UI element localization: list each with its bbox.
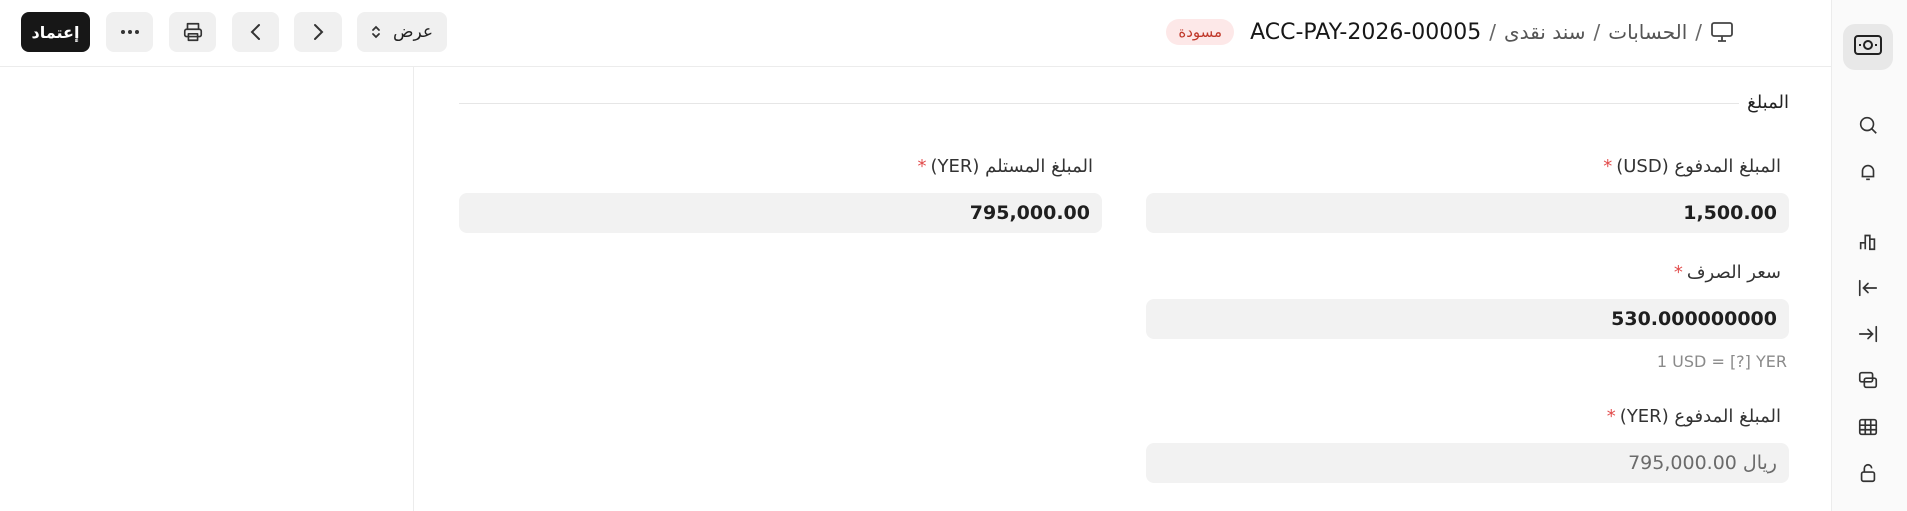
more-actions-button[interactable] <box>106 12 153 52</box>
view-selector[interactable]: عرض <box>357 12 447 52</box>
updown-chevron-icon <box>371 24 381 40</box>
breadcrumb-separator: / <box>1593 20 1601 44</box>
paid-amount-usd-input[interactable]: 1,500.00 <box>1146 193 1789 233</box>
ellipsis-icon <box>120 29 140 35</box>
app-logo[interactable] <box>1843 24 1893 70</box>
top-bar: إعتماد عرض / الحسابات / سند نقدى / ACC-P… <box>0 0 1832 67</box>
breadcrumb-separator: / <box>1695 20 1702 44</box>
coins-icon[interactable] <box>1857 369 1879 391</box>
received-amount-yer-input[interactable]: 795,000.00 <box>459 193 1102 233</box>
desktop-icon[interactable] <box>1710 21 1734 43</box>
print-button[interactable] <box>169 12 216 52</box>
paid-amount-yer-value: ريال 795,000.00 <box>1628 452 1777 474</box>
exchange-rate-input[interactable]: 530.000000000 <box>1146 299 1789 339</box>
bell-icon[interactable] <box>1857 161 1879 183</box>
received-amount-yer-label: المبلغ المستلم (YER)* <box>917 156 1093 177</box>
breadcrumb: / الحسابات / سند نقدى / ACC-PAY-2026-000… <box>1166 16 1734 48</box>
section-title-amount: المبلغ <box>1747 92 1789 113</box>
paid-amount-usd-label: المبلغ المدفوع (USD)* <box>1603 156 1781 177</box>
right-sidebar <box>1831 0 1907 511</box>
required-marker: * <box>1673 262 1683 283</box>
search-icon[interactable] <box>1857 114 1879 136</box>
page-title: ACC-PAY-2026-00005 <box>1250 19 1482 45</box>
received-amount-yer-label-text: المبلغ المستلم (YER) <box>930 156 1093 177</box>
previous-record-button[interactable] <box>232 12 279 52</box>
required-marker: * <box>1606 406 1616 427</box>
exchange-rate-value: 530.000000000 <box>1611 308 1777 330</box>
status-badge: مسودة <box>1166 19 1235 45</box>
exchange-rate-label-text: سعر الصرف <box>1686 262 1781 283</box>
chevron-right-icon <box>311 22 325 42</box>
view-selector-label: عرض <box>392 22 434 42</box>
section-divider <box>459 103 1739 104</box>
required-marker: * <box>1603 156 1613 177</box>
cash-eye-icon <box>1853 32 1883 62</box>
paid-amount-yer-label: المبلغ المدفوع (YER)* <box>1607 406 1781 427</box>
breadcrumb-item-cash-voucher[interactable]: سند نقدى <box>1504 20 1585 44</box>
exchange-rate-help: 1 USD = [?] YER <box>1656 352 1787 371</box>
chevron-left-icon <box>249 22 263 42</box>
paid-amount-yer-field: ريال 795,000.00 <box>1146 443 1789 483</box>
submit-button[interactable]: إعتماد <box>21 12 90 52</box>
bar-chart-icon[interactable] <box>1857 230 1879 252</box>
next-record-button[interactable] <box>294 12 342 52</box>
breadcrumb-separator: / <box>1489 20 1497 44</box>
printer-icon <box>182 21 204 43</box>
exchange-rate-label: سعر الصرف* <box>1674 262 1781 283</box>
received-amount-yer-value: 795,000.00 <box>969 202 1090 224</box>
expand-right-icon[interactable] <box>1857 323 1879 345</box>
collapse-left-icon[interactable] <box>1857 277 1879 299</box>
paid-amount-yer-label-text: المبلغ المدفوع (YER) <box>1619 406 1781 427</box>
breadcrumb-item-accounts[interactable]: الحسابات <box>1608 20 1687 44</box>
table-icon[interactable] <box>1857 416 1879 438</box>
paid-amount-usd-label-text: المبلغ المدفوع (USD) <box>1616 156 1781 177</box>
paid-amount-usd-value: 1,500.00 <box>1683 202 1777 224</box>
submit-button-label: إعتماد <box>31 22 80 42</box>
content-divider <box>413 66 414 511</box>
required-marker: * <box>917 156 927 177</box>
unlock-icon[interactable] <box>1857 462 1879 484</box>
